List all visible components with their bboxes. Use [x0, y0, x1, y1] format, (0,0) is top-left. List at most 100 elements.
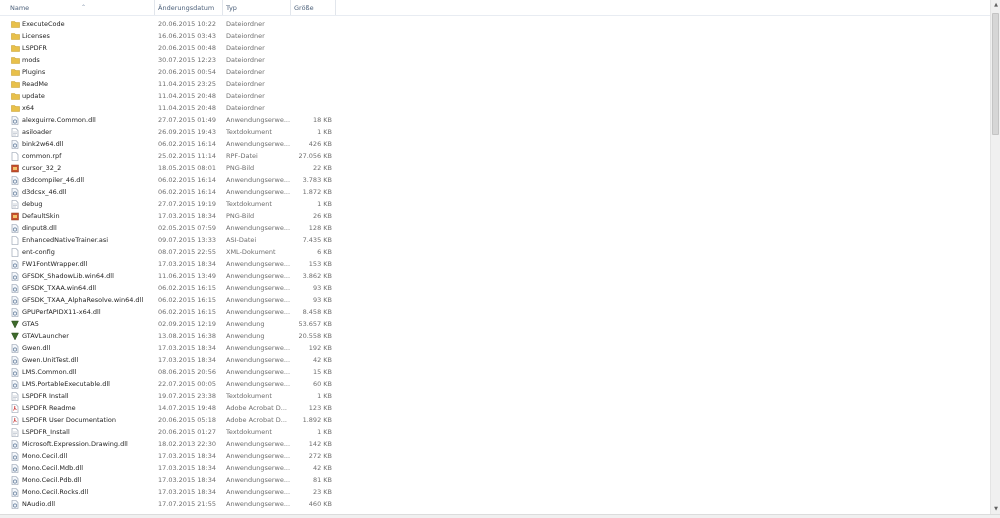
file-type: Anwendungserwe...: [226, 284, 291, 292]
file-row[interactable]: DefaultSkin 17.03.2015 18:34 PNG-Bild 26 KB: [0, 210, 990, 222]
file-row[interactable]: mods 30.07.2015 12:23 Dateiordner: [0, 54, 990, 66]
file-row[interactable]: alexguirre.Common.dll 27.07.2015 01:49 Anw…: [0, 114, 990, 126]
file-name: x64: [22, 104, 35, 112]
file-row[interactable]: d3dcsx_46.dll 06.02.2015 16:14 Anwendungse…: [0, 186, 990, 198]
file-row[interactable]: FW1FontWrapper.dll 17.03.2015 18:34 Anwend…: [0, 258, 990, 270]
file-date: 30.07.2015 12:23: [158, 56, 217, 64]
file-row[interactable]: GTAVLauncher 13.08.2015 16:38 Anwendung 20.…: [0, 330, 990, 342]
file-type: RPF-Datei: [226, 152, 258, 160]
file-name: LSPDFR: [22, 44, 47, 52]
dll-file-icon: [11, 138, 20, 150]
file-date: 02.09.2015 12:19: [158, 320, 217, 328]
file-row[interactable]: Microsoft.Expression.Drawing.dll 18.02.20…: [0, 438, 990, 450]
file-type: Anwendungserwe...: [226, 140, 291, 148]
scroll-up-arrow-icon[interactable]: ▲: [993, 2, 999, 8]
window-bottom-edge: [0, 514, 1000, 518]
file-type: ASI-Datei: [226, 236, 257, 244]
generic-file-icon: [11, 150, 20, 162]
file-date: 18.05.2015 08:01: [158, 164, 217, 172]
file-name: d3dcsx_46.dll: [22, 188, 67, 196]
file-size: 42 KB: [312, 356, 332, 364]
file-row[interactable]: Mono.Cecil.dll 17.03.2015 18:34 Anwendungs…: [0, 450, 990, 462]
scroll-down-arrow-icon[interactable]: ▼: [993, 506, 999, 512]
scrollbar-thumb[interactable]: [992, 13, 999, 135]
file-date: 17.03.2015 18:34: [158, 476, 217, 484]
file-date: 11.04.2015 20:48: [158, 92, 217, 100]
file-row[interactable]: GFSDK_TXAA.win64.dll 06.02.2015 16:15 Anwe…: [0, 282, 990, 294]
dll-file-icon: [11, 498, 20, 510]
file-size: 42 KB: [312, 464, 332, 472]
file-row[interactable]: NAudio.dll 17.07.2015 21:55 Anwendungserwe…: [0, 498, 990, 510]
file-row[interactable]: debug 27.07.2015 19:19 Textdokument 1 KB: [0, 198, 990, 210]
file-row[interactable]: d3dcompiler_46.dll 06.02.2015 16:14 Anwend…: [0, 174, 990, 186]
file-size: 93 KB: [312, 284, 332, 292]
file-type: Anwendungserwe...: [226, 464, 291, 472]
folder-icon: [11, 90, 20, 102]
file-size: 460 KB: [308, 500, 332, 508]
file-row[interactable]: common.rpf 25.02.2015 11:14 RPF-Datei 27.05…: [0, 150, 990, 162]
file-type: Anwendungserwe...: [226, 452, 291, 460]
folder-icon: [11, 78, 20, 90]
file-row[interactable]: GFSDK_ShadowLib.win64.dll 11.06.2015 13:4…: [0, 270, 990, 282]
file-row[interactable]: ent-config 08.07.2015 22:55 XML-Dokument 6 …: [0, 246, 990, 258]
file-type: Anwendungserwe...: [226, 224, 291, 232]
column-header-name-label: Name: [10, 4, 30, 12]
column-header-date[interactable]: Änderungsdatum: [155, 0, 223, 15]
file-row[interactable]: ReadMe 11.04.2015 23:25 Dateiordner: [0, 78, 990, 90]
file-row[interactable]: Licenses 16.06.2015 03:43 Dateiordner: [0, 30, 990, 42]
file-date: 18.02.2013 22:30: [158, 440, 217, 448]
column-header-size[interactable]: Größe: [291, 0, 336, 15]
file-date: 06.02.2015 16:15: [158, 308, 217, 316]
file-name: alexguirre.Common.dll: [22, 116, 96, 124]
file-row[interactable]: GPUPerfAPIDX11-x64.dll 06.02.2015 16:15 An…: [0, 306, 990, 318]
file-row[interactable]: LMS.PortableExecutable.dll 22.07.2015 00:…: [0, 378, 990, 390]
file-date: 20.06.2015 10:22: [158, 20, 217, 28]
file-row[interactable]: LSPDFR 20.06.2015 00:48 Dateiordner: [0, 42, 990, 54]
column-header-type-label: Typ: [226, 4, 237, 12]
file-type: Anwendungserwe...: [226, 440, 291, 448]
file-row[interactable]: LMS.Common.dll 08.06.2015 20:56 Anwendungs…: [0, 366, 990, 378]
file-row[interactable]: EnhancedNativeTrainer.asi 09.07.2015 13:3…: [0, 234, 990, 246]
file-row[interactable]: LSPDFR Readme 14.07.2015 19:48 Adobe Acrob…: [0, 402, 990, 414]
file-name: mods: [22, 56, 40, 64]
file-type: Anwendungserwe...: [226, 344, 291, 352]
vertical-scrollbar[interactable]: ▲ ▼: [990, 0, 1000, 514]
file-row[interactable]: update 11.04.2015 20:48 Dateiordner: [0, 90, 990, 102]
file-row[interactable]: x64 11.04.2015 20:48 Dateiordner: [0, 102, 990, 114]
column-header-date-label: Änderungsdatum: [158, 4, 215, 12]
file-name: Mono.Cecil.Mdb.dll: [22, 464, 84, 472]
file-row[interactable]: GTA5 02.09.2015 12:19 Anwendung 53.657 KB: [0, 318, 990, 330]
file-row[interactable]: Mono.Cecil.Rocks.dll 17.03.2015 18:34 Anwe…: [0, 486, 990, 498]
file-row[interactable]: Mono.Cecil.Mdb.dll 17.03.2015 18:34 Anwend…: [0, 462, 990, 474]
file-row[interactable]: LSPDFR_Install 20.06.2015 01:27 Textdokume…: [0, 426, 990, 438]
app-icon: [11, 318, 20, 330]
file-name: GTA5: [22, 320, 39, 328]
file-row[interactable]: GFSDK_TXAA_AlphaResolve.win64.dll 06.02.2…: [0, 294, 990, 306]
file-type: Anwendungserwe...: [226, 476, 291, 484]
file-row[interactable]: Gwen.dll 17.03.2015 18:34 Anwendungserwe..…: [0, 342, 990, 354]
file-name: GFSDK_ShadowLib.win64.dll: [22, 272, 114, 280]
file-row[interactable]: asiloader 26.09.2015 19:43 Textdokument 1 K…: [0, 126, 990, 138]
file-type: Dateiordner: [226, 44, 265, 52]
file-row[interactable]: LSPDFR User Documentation 20.06.2015 05:1…: [0, 414, 990, 426]
file-row[interactable]: Gwen.UnitTest.dll 17.03.2015 18:34 Anwendu…: [0, 354, 990, 366]
file-row[interactable]: Plugins 20.06.2015 00:54 Dateiordner: [0, 66, 990, 78]
file-row[interactable]: ExecuteCode 20.06.2015 10:22 Dateiordner: [0, 18, 990, 30]
file-row[interactable]: Mono.Cecil.Pdb.dll 17.03.2015 18:34 Anwend…: [0, 474, 990, 486]
file-size: 53.657 KB: [298, 320, 332, 328]
file-row[interactable]: dinput8.dll 02.05.2015 07:59 Anwendungserw…: [0, 222, 990, 234]
file-row[interactable]: bink2w64.dll 06.02.2015 16:14 Anwendungser…: [0, 138, 990, 150]
file-date: 22.07.2015 00:05: [158, 380, 217, 388]
column-header-type[interactable]: Typ: [223, 0, 291, 15]
file-date: 17.03.2015 18:34: [158, 356, 217, 364]
file-size: 6 KB: [317, 248, 332, 256]
file-row[interactable]: cursor_32_2 18.05.2015 08:01 PNG-Bild 22 KB: [0, 162, 990, 174]
file-row[interactable]: LSPDFR Install 19.07.2015 23:38 Textdokume…: [0, 390, 990, 402]
file-size: 1.872 KB: [302, 188, 332, 196]
dll-file-icon: [11, 294, 20, 306]
file-type: Dateiordner: [226, 20, 265, 28]
file-date: 09.07.2015 13:33: [158, 236, 217, 244]
file-name: GFSDK_TXAA_AlphaResolve.win64.dll: [22, 296, 144, 304]
column-header-name[interactable]: Name ⌃: [7, 0, 155, 15]
file-list-pane[interactable]: Name ⌃ Änderungsdatum Typ Größe ExecuteC…: [0, 0, 990, 514]
